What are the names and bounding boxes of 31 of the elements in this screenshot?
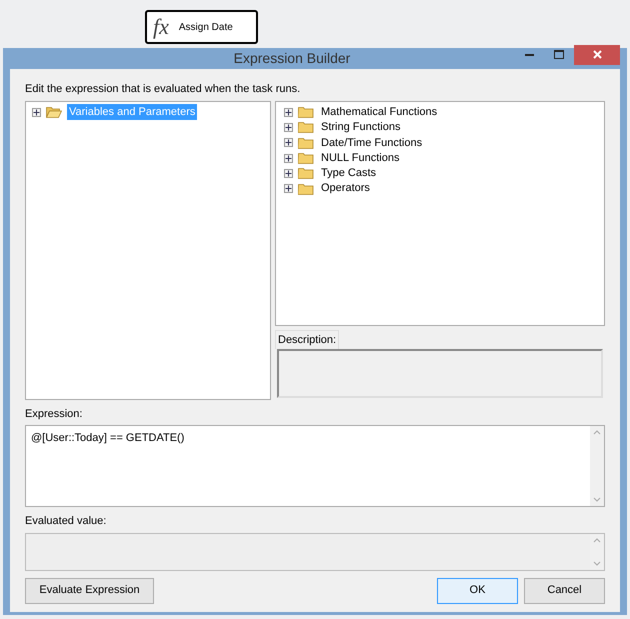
task-label: Assign Date	[178, 20, 233, 34]
dialog-button[interactable]: Evaluate Expression	[25, 578, 154, 604]
task-node[interactable]: fx Assign Date	[145, 10, 258, 44]
dialog-button[interactable]: OK	[437, 578, 518, 604]
tree-item[interactable]: Operators	[319, 180, 372, 197]
expression-text: @[User::Today] == GETDATE()	[30, 431, 186, 446]
scrollbar[interactable]	[590, 426, 604, 506]
tree-item[interactable]: Type Casts	[319, 165, 378, 182]
close-button[interactable]	[574, 44, 620, 64]
expand-icon[interactable]	[32, 108, 41, 117]
evaluated-value-label: Evaluated value:	[25, 514, 108, 529]
expand-icon[interactable]	[284, 154, 293, 163]
instruction-text: Edit the expression that is evaluated when the task runs.	[25, 82, 302, 97]
tree-item[interactable]: String Functions	[319, 119, 402, 136]
expand-icon[interactable]	[284, 108, 293, 117]
tree-item[interactable]: Date/Time Functions	[319, 134, 424, 151]
tree-item[interactable]: NULL Functions	[319, 150, 402, 166]
expand-icon[interactable]	[284, 168, 293, 178]
description-label: Description:	[275, 330, 340, 349]
expand-icon[interactable]	[284, 184, 293, 194]
expression-label: Expression:	[25, 406, 84, 422]
window-title: Expression Builder	[232, 49, 352, 68]
minimize-icon	[524, 54, 534, 56]
maximize-icon	[554, 50, 564, 59]
expression-field[interactable]: @[User::Today] == GETDATE()	[25, 425, 605, 507]
dialog-button[interactable]: Cancel	[524, 578, 605, 604]
close-icon	[592, 50, 602, 59]
expand-icon[interactable]	[284, 122, 293, 132]
expand-icon[interactable]	[284, 138, 293, 148]
function-icon: fx	[153, 16, 169, 38]
tree-item[interactable]: Mathematical Functions	[319, 104, 440, 120]
